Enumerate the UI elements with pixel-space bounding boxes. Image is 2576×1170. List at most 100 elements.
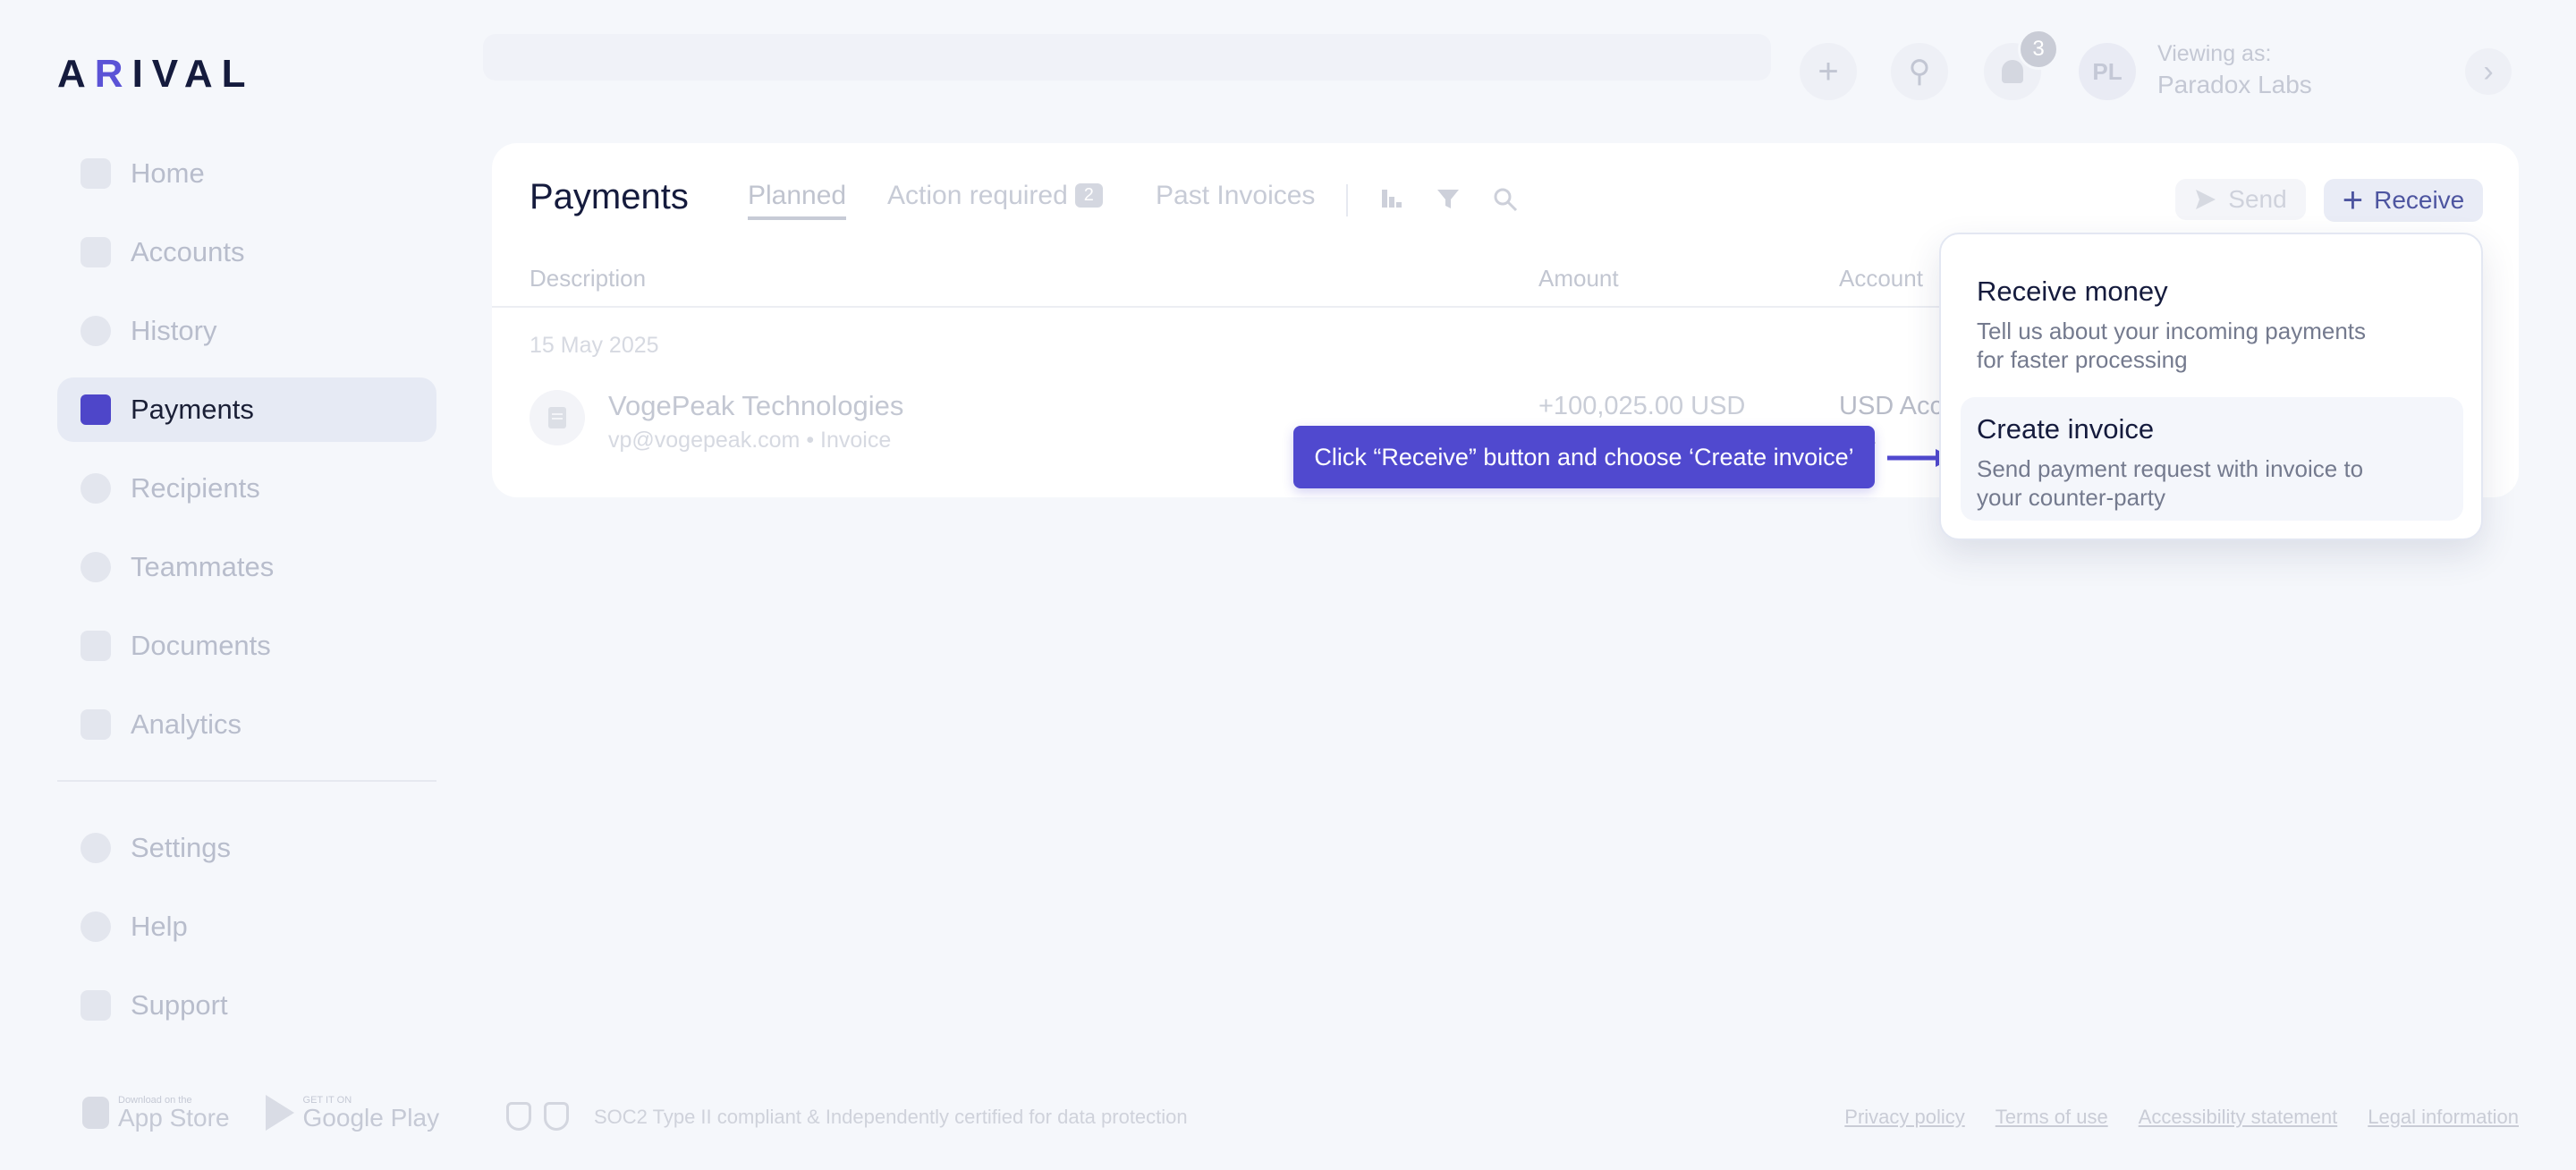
store-big-text: App Store [118,1104,230,1132]
sidebar-item-label: Payments [131,394,254,425]
invoice-icon [530,390,585,445]
sidebar-item-recipients[interactable]: Recipients [57,456,436,521]
onboarding-tooltip: Click “Receive” button and choose ‘Creat… [1293,426,1875,488]
sidebar-item-documents[interactable]: Documents [57,614,436,678]
column-header-amount[interactable]: Amount [1538,265,1619,292]
sidebar-item-label: Documents [131,630,271,661]
sidebar-item-label: Analytics [131,708,242,740]
sidebar-item-home[interactable]: Home [57,141,436,206]
column-header-account[interactable]: Account [1839,265,1923,292]
footer-links: Privacy policy Terms of use Accessibilit… [1844,1106,2519,1129]
filter-icon[interactable] [1435,186,1462,213]
notifications-badge: 3 [2018,29,2059,70]
document-icon [80,631,111,661]
receive-label: Receive [2374,186,2465,214]
sidebar-item-teammates[interactable]: Teammates [57,535,436,599]
sidebar-item-analytics[interactable]: Analytics [57,692,436,757]
send-button[interactable]: Send [2175,179,2306,220]
clock-icon [80,316,111,346]
terms-of-use-link[interactable]: Terms of use [1996,1106,2108,1129]
bell-icon [2002,60,2023,83]
store-big-text: Google Play [302,1104,440,1132]
privacy-policy-link[interactable]: Privacy policy [1844,1106,1964,1129]
send-icon [2196,190,2216,209]
compliance-text: SOC2 Type II compliant & Independently c… [594,1106,1188,1128]
teammates-icon [80,552,111,582]
shield-plus-icon [544,1102,569,1131]
send-label: Send [2228,185,2287,213]
menu-item-description: Tell us about your incoming payments for… [1977,318,2367,373]
search-icon[interactable] [1492,186,1519,213]
sidebar-item-label: Teammates [131,551,275,582]
sidebar-item-label: Support [131,989,228,1021]
column-header-description[interactable]: Description [530,265,646,292]
recipients-icon [80,473,111,504]
plus-icon: + [2342,181,2364,220]
payments-icon [80,394,111,425]
accessibility-statement-link[interactable]: Accessibility statement [2139,1106,2338,1129]
legal-information-link[interactable]: Legal information [2368,1106,2519,1129]
avatar[interactable]: PL [2079,43,2136,100]
sidebar-item-payments[interactable]: Payments [57,377,436,442]
chevron-right-icon[interactable]: › [2465,48,2512,95]
menu-item-title: Create invoice [1977,413,2155,445]
tab-planned[interactable]: Planned [748,181,847,220]
plus-icon: + [1818,51,1839,91]
sidebar-item-settings[interactable]: Settings [57,816,436,880]
sidebar-item-accounts[interactable]: Accounts [57,220,436,284]
menu-item-create-invoice[interactable]: Create invoice Send payment request with… [1961,397,2463,521]
receive-button[interactable]: + Receive [2324,179,2483,222]
tab-past-invoices[interactable]: Past Invoices [1156,181,1315,211]
menu-item-title: Receive money [1977,276,2168,307]
row-account: USD Acc [1839,392,1944,420]
sidebar-item-history[interactable]: History [57,299,436,363]
store-badges: Download on the App Store GET IT ON Google… [82,1095,439,1131]
sidebar-item-label: Home [131,157,205,189]
menu-item-description: Send payment request with invoice to you… [1977,455,2364,511]
table-header-divider [492,306,1941,308]
account-switcher[interactable]: Viewing as: Paradox Labs [2157,41,2312,99]
row-amount: +100,025.00 USD [1538,392,1746,420]
gear-icon [80,833,111,863]
receive-menu: Receive money Tell us about your incomin… [1939,233,2483,540]
compliance-badges [506,1102,569,1131]
row-subtitle: vp@vogepeak.com • Invoice [608,428,892,453]
toolbar-divider [1346,184,1348,216]
global-search-bar[interactable] [483,34,1771,81]
sidebar-nav: Home Accounts History Payments Recipient… [57,141,436,1052]
arival-logo[interactable]: ARIVAL [57,52,255,97]
count-badge: 2 [1074,183,1103,208]
shield-icon [506,1102,531,1131]
app-store-badge[interactable]: Download on the App Store [82,1095,230,1131]
logo-part: A [57,52,95,96]
row-description: VogePeak Technologies [608,390,904,421]
apple-icon [82,1097,109,1129]
tab-label: Action required [887,181,1068,210]
sidebar-item-support[interactable]: Support [57,973,436,1038]
sidebar-item-label: Accounts [131,236,245,267]
logo-part: R [94,52,132,96]
page-title: Payments [530,177,689,216]
logo-part: IVAL [131,52,255,96]
search-button[interactable]: ⚲ [1891,43,1948,100]
accounts-icon [80,237,111,267]
viewing-label: Viewing as: [2157,41,2272,66]
tab-action-required[interactable]: Action required 2 [887,181,1103,211]
sidebar-item-label: History [131,315,217,346]
add-button[interactable]: + [1800,43,1857,100]
viewing-name: Paradox Labs [2157,71,2312,98]
google-play-icon [265,1095,294,1131]
sidebar-divider [57,780,436,782]
sidebar-item-label: Help [131,911,188,942]
analytics-icon [80,709,111,740]
menu-item-receive-money[interactable]: Receive money Tell us about your incomin… [1961,259,2463,385]
search-icon: ⚲ [1908,55,1931,89]
sort-icon[interactable] [1377,186,1404,213]
sidebar-item-help[interactable]: Help [57,894,436,959]
group-date: 15 May 2025 [530,333,659,358]
help-icon [80,911,111,942]
sidebar-item-label: Settings [131,832,232,863]
google-play-badge[interactable]: GET IT ON Google Play [265,1095,440,1132]
chat-icon [80,990,111,1021]
sidebar-item-label: Recipients [131,472,260,504]
